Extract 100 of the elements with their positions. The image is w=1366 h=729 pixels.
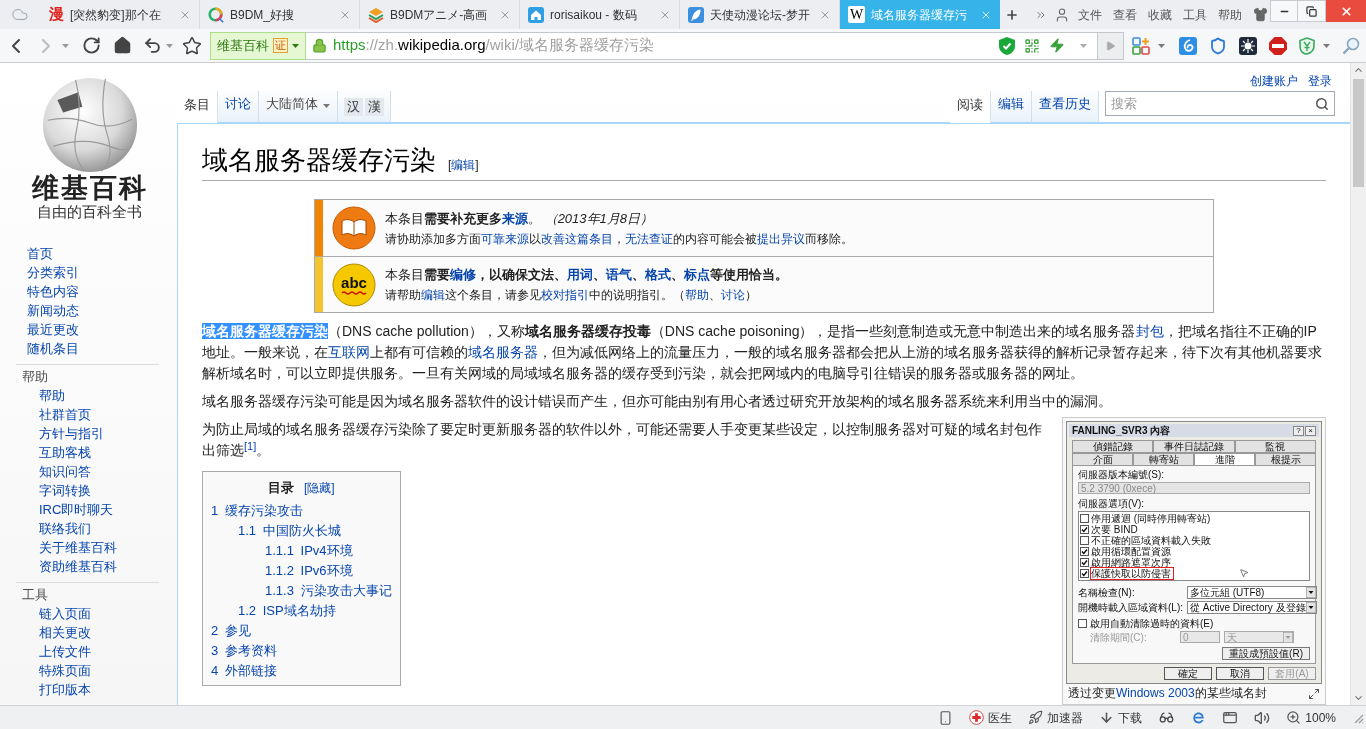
shield-icon[interactable] [1209, 36, 1227, 55]
text-link[interactable]: 编修 [450, 267, 476, 282]
toc-entry[interactable]: 1.1.3 污染攻击大事记 [265, 580, 392, 601]
swirl-app-icon[interactable] [1179, 36, 1197, 55]
star-icon[interactable] [182, 35, 202, 56]
caret-down-icon[interactable] [323, 104, 330, 108]
reference-link[interactable]: [1] [244, 439, 257, 452]
variant-dropdown[interactable]: 大陆简体 [259, 91, 338, 123]
sidebar-link[interactable]: 打印版本 [39, 680, 91, 699]
sidebar-link[interactable]: 资助维基百科 [39, 557, 117, 576]
script-button[interactable]: 汉 [344, 98, 363, 116]
toc-entry[interactable]: 3 参考资料 [211, 640, 277, 661]
sidebar-link[interactable]: 相关更改 [39, 623, 91, 642]
text-link[interactable]: 校对指引 [541, 288, 589, 302]
text-link[interactable]: 格式 [645, 267, 671, 282]
text-link[interactable]: 域名服务器 [468, 344, 538, 360]
text-link[interactable]: 标点 [684, 267, 710, 282]
go-button[interactable] [1098, 31, 1124, 60]
toc-entry[interactable]: 2 参见 [211, 620, 251, 641]
text-link[interactable]: 来源 [502, 210, 528, 226]
status-bar-button[interactable]: 下载 [1099, 708, 1143, 727]
phone-icon[interactable] [938, 709, 954, 726]
menu-item[interactable]: 查看 [1113, 6, 1137, 23]
undo-icon[interactable] [143, 36, 162, 55]
sidebar-link[interactable]: 关于维基百科 [39, 538, 117, 557]
account-link[interactable]: 登录 [1308, 72, 1332, 90]
page-tab[interactable]: 讨论 [218, 91, 259, 123]
toc-entry[interactable]: 1.1 中国防火长城 [238, 520, 341, 541]
shield-icon[interactable] [999, 36, 1015, 55]
text-link[interactable]: 封包 [1135, 323, 1164, 339]
sidebar-link[interactable]: 新闻动态 [27, 301, 79, 320]
text-link[interactable]: 互联网 [328, 344, 370, 360]
sidebar-link[interactable]: 互助客栈 [39, 443, 91, 462]
menu-item[interactable]: 文件 [1078, 6, 1102, 23]
burst-tile-icon[interactable] [1239, 36, 1257, 55]
e-shaped-icon[interactable] [1191, 710, 1207, 725]
shirt-icon[interactable] [1253, 7, 1268, 22]
sidebar-link[interactable]: 分类索引 [27, 263, 79, 282]
text-link[interactable]: 可靠来源 [481, 231, 529, 246]
sidebar-link[interactable]: 帮助 [39, 386, 65, 405]
restore-button[interactable] [1298, 0, 1326, 22]
sidebar-link[interactable]: 方针与指引 [39, 424, 104, 443]
scrollbar[interactable] [1350, 63, 1366, 705]
sidebar-link[interactable]: 特色内容 [27, 282, 79, 301]
shield-icon[interactable] [1299, 36, 1315, 55]
speaker-icon[interactable] [1254, 709, 1271, 726]
user-icon[interactable] [1054, 6, 1070, 23]
caret-down-icon[interactable] [1323, 43, 1330, 48]
toc-entry[interactable]: 1.1.1 IPv4环境 [265, 540, 353, 561]
text-link[interactable]: Windows 2003 [1116, 686, 1195, 700]
logo-wordmark[interactable]: 维基百科 [31, 173, 148, 203]
app-grid-icon[interactable] [1132, 36, 1150, 55]
text-link[interactable]: 改善这篇条目 [541, 231, 613, 246]
sidebar-link[interactable]: 首页 [27, 244, 53, 263]
sidebar-link[interactable]: 最近更改 [27, 320, 79, 339]
cloud-icon[interactable] [9, 6, 31, 23]
page-tab[interactable]: 编辑 [991, 91, 1032, 123]
toc-entry[interactable]: 1.1.2 IPv6环境 [265, 560, 353, 581]
scrollbar-thumb[interactable] [1353, 79, 1364, 187]
window-icon[interactable] [1222, 710, 1239, 725]
sidebar-link[interactable]: 知识问答 [39, 462, 91, 481]
magnifier-icon[interactable] [1342, 36, 1360, 55]
sidebar-link[interactable]: 社群首页 [39, 405, 91, 424]
toc-entry[interactable]: 1.2 ISP域名劫持 [238, 600, 336, 621]
text-link[interactable]: 无法查证 [625, 231, 673, 246]
sidebar-link[interactable]: 链入页面 [39, 604, 91, 623]
text-link[interactable]: 编辑 [421, 288, 445, 302]
menu-item[interactable]: 工具 [1183, 6, 1207, 23]
caret-down-icon[interactable] [1080, 43, 1087, 48]
browser-tab[interactable]: W 域名服务器缓存污 [840, 0, 1000, 29]
sidebar-link[interactable]: 上传文件 [39, 642, 91, 661]
text-link[interactable]: 帮助 [685, 288, 709, 302]
caret-down-icon[interactable] [62, 43, 69, 48]
reload-icon[interactable] [82, 36, 101, 55]
qr-code-icon[interactable] [1024, 37, 1040, 54]
script-button[interactable]: 漢 [365, 98, 384, 116]
sidebar-link[interactable]: 特殊页面 [39, 661, 91, 680]
toc-entry[interactable]: 1 缓存污染攻击 [211, 500, 303, 521]
octagon-icon[interactable] [1269, 36, 1287, 55]
toc-toggle-link[interactable]: [隐藏] [303, 479, 335, 497]
home-icon[interactable] [113, 36, 132, 55]
menu-item[interactable]: 收藏 [1148, 6, 1172, 23]
sidebar-link[interactable]: 随机条目 [27, 339, 79, 358]
caret-down-icon[interactable] [292, 43, 299, 48]
plus-icon[interactable] [1005, 7, 1019, 22]
search-icon[interactable] [1315, 97, 1329, 111]
status-bar-button[interactable]: 100% [1286, 708, 1336, 727]
menu-item[interactable]: 帮助 [1218, 6, 1242, 23]
text-link[interactable]: 讨论 [721, 288, 745, 302]
status-bar-button[interactable]: 医生 [969, 708, 1013, 727]
sidebar-link[interactable]: 字词转换 [39, 481, 91, 500]
search-field[interactable]: 搜索 [1105, 91, 1335, 116]
sidebar-link[interactable]: 联络我们 [39, 519, 91, 538]
text-link[interactable]: 提出异议 [757, 231, 805, 246]
text-link[interactable]: 语气 [606, 267, 632, 282]
lightning-icon[interactable] [1049, 37, 1065, 54]
enlarge-icon[interactable] [1308, 688, 1320, 700]
address-field[interactable]: https://zh.wikipedia.org/wiki/域名服务器缓存污染 [306, 31, 1098, 60]
site-identity-button[interactable]: 维基百科 证 [210, 31, 306, 60]
account-link[interactable]: 创建账户 [1250, 72, 1298, 90]
